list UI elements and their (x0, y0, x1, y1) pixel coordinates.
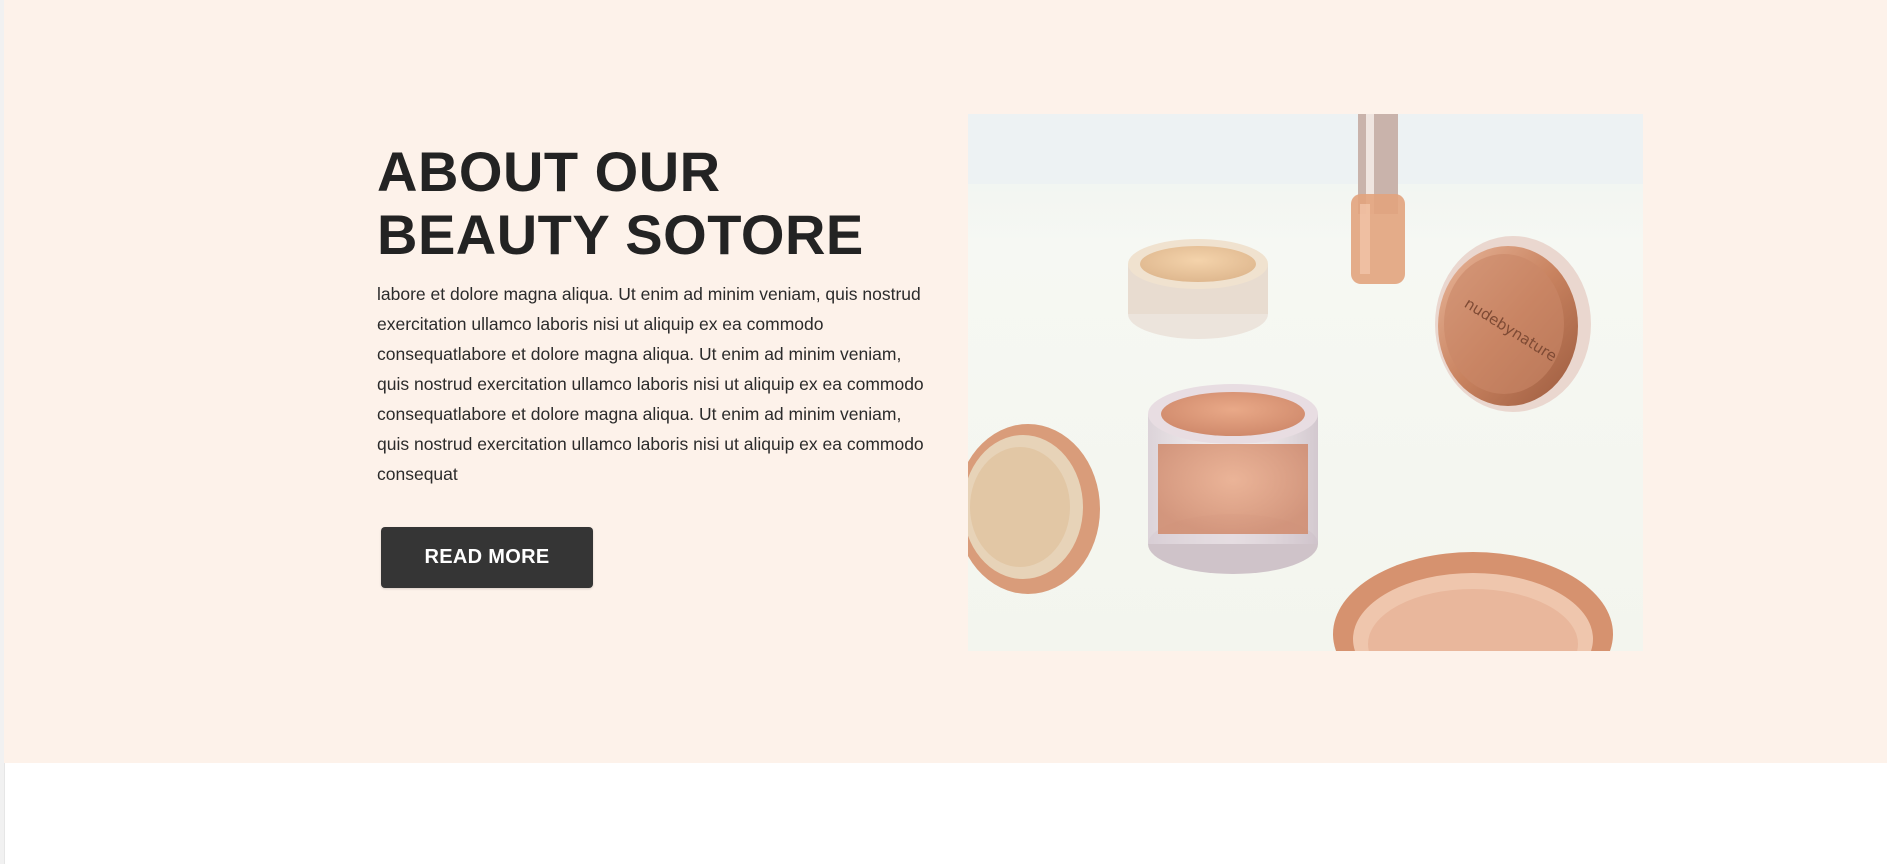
page: ABOUT OUR BEAUTY SOTORE labore et dolore… (0, 0, 1887, 864)
read-more-button[interactable]: READ MORE (381, 527, 593, 588)
cosmetics-product-image: nudebynature (968, 114, 1643, 651)
about-description: labore et dolore magna aliqua. Ut enim a… (377, 284, 924, 484)
about-title-line-2: BEAUTY SOTORE (377, 203, 864, 266)
about-title: ABOUT OUR BEAUTY SOTORE (377, 140, 937, 266)
about-title-line-1: ABOUT OUR (377, 140, 721, 203)
